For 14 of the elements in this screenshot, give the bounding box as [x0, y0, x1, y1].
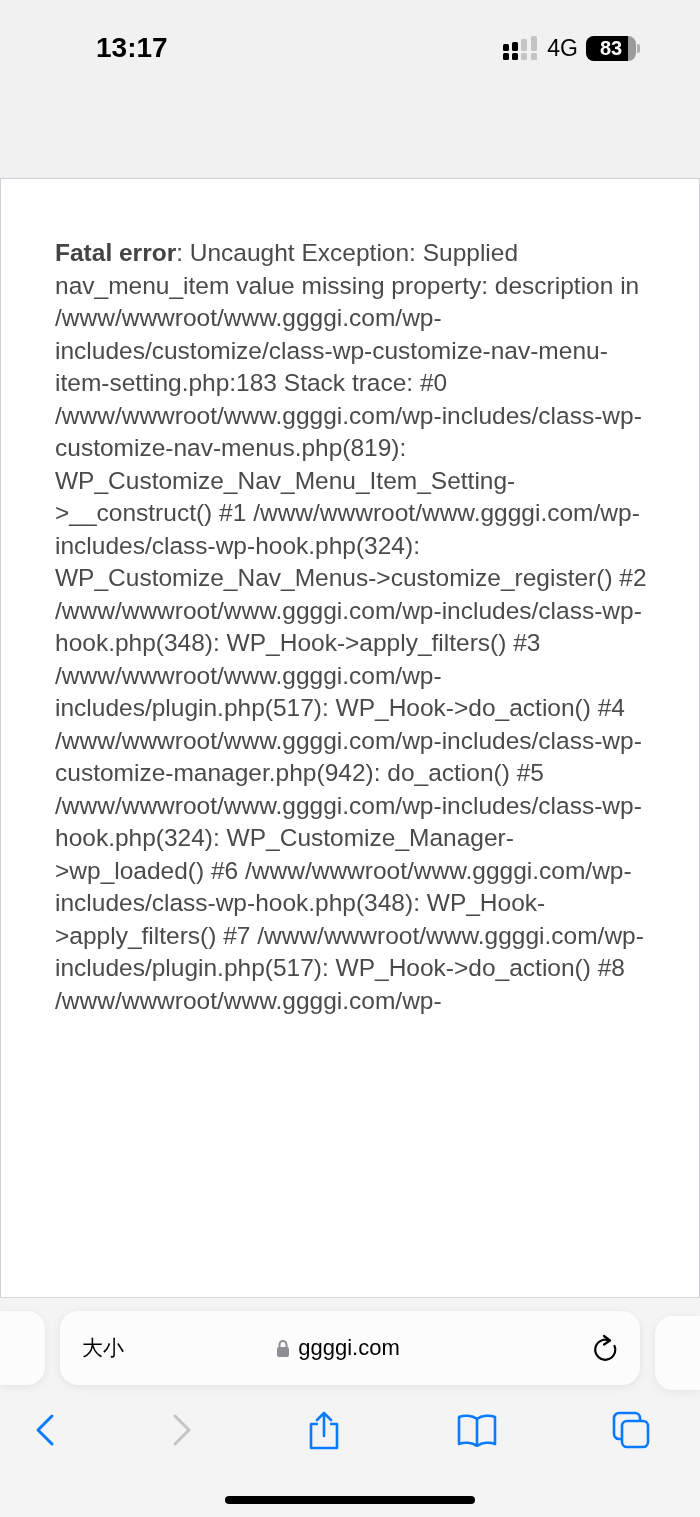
signal-icon	[503, 35, 540, 62]
share-icon[interactable]	[307, 1410, 341, 1450]
error-message: Fatal error: Uncaught Exception: Supplied nav_menu_item value missing property: description in /www/wwwroot/www.ggggi.com/wp-includes/customize/class-wp-customize-nav-menu-item-setting.php:183 Stack trace: #0 /www/wwwroot/www.ggggi.com/wp-includes/class-wp-customize-nav-menus.php(819): WP_Customize_Nav_Menu_Item_Setting->__construct() #1 /www/wwwroot/www.ggggi.com/wp-includes/class-wp-hook.php(324): WP_Customize_Nav_Menus->customize_register() #2 /www/wwwroot/www.ggggi.com/wp-includes/class-wp-hook.php(348): WP_Hook->apply_filters() #3 /www/wwwroot/www.ggggi.com/wp-includes/plugin.php(517): WP_Hook->do_action() #4 /www/wwwroot/www.ggggi.com/wp-includes/class-wp-customize-manager.php(942): do_action() #5 /www/wwwroot/www.ggggi.com/wp-includes/class-wp-hook.php(324): WP_Customize_Manager->wp_loaded() #6 /www/wwwroot/www.ggggi.com/wp-includes/class-wp-hook.php(348): WP_Hook->apply_filters() #7 /www/wwwroot/www.ggggi.com/wp-includes/plugin.php(517): WP_Hook->do_action() #8 /www/wwwroot/www.ggggi.com/wp-	[55, 238, 648, 1016]
reload-icon[interactable]	[592, 1334, 618, 1362]
lock-icon	[276, 1339, 291, 1357]
text-size-button[interactable]: 大小	[82, 1334, 124, 1362]
book-icon[interactable]	[455, 1413, 498, 1447]
address-bar[interactable]: 大小 ggggi.com	[60, 1311, 640, 1385]
network-type: 4G	[547, 35, 578, 62]
status-time: 13:17	[96, 31, 168, 65]
tabs-icon[interactable]	[612, 1411, 650, 1449]
url-text: ggggi.com	[298, 1335, 400, 1361]
back-icon[interactable]	[34, 1413, 56, 1447]
battery-icon: 83	[586, 36, 636, 61]
